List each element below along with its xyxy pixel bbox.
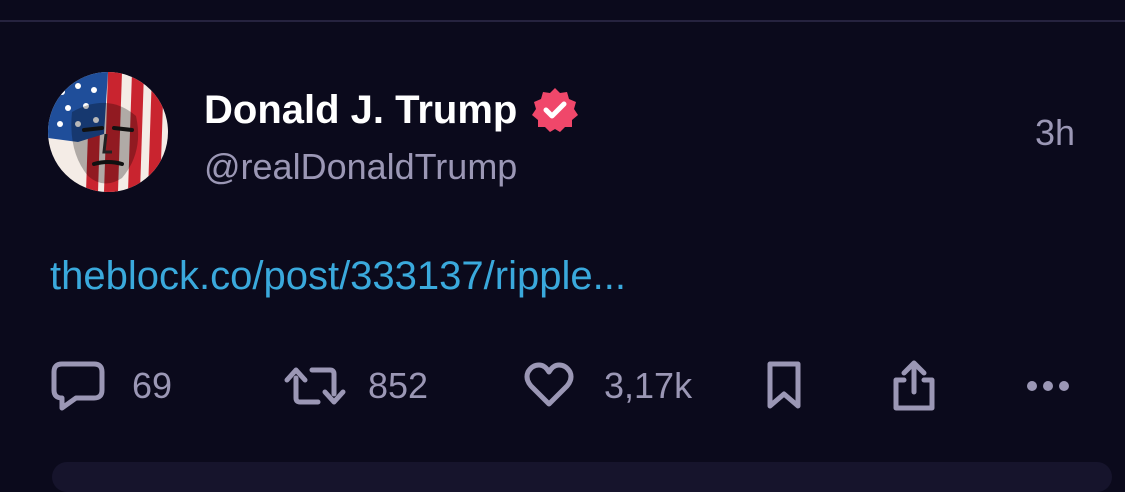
reply-count: 69 — [132, 365, 173, 406]
next-post-preview — [52, 462, 1112, 492]
reply-icon — [50, 360, 106, 412]
more-icon — [1024, 360, 1072, 412]
repost-button[interactable]: 852 — [284, 360, 428, 412]
author-display-name[interactable]: Donald J. Trump — [204, 88, 517, 133]
repost-icon — [284, 360, 346, 412]
author-name-row: Donald J. Trump — [204, 84, 579, 136]
bookmark-button[interactable] — [764, 360, 804, 412]
post-timestamp[interactable]: 3h — [1035, 112, 1075, 154]
share-icon — [888, 360, 940, 412]
heart-icon — [524, 360, 574, 412]
post-link[interactable]: theblock.co/post/333137/ripple... — [50, 254, 626, 299]
more-options-button[interactable] — [1024, 360, 1072, 412]
share-button[interactable] — [888, 360, 940, 412]
top-divider — [0, 0, 1125, 22]
like-button[interactable]: 3,17k — [524, 360, 692, 412]
verified-badge-icon — [531, 86, 579, 134]
repost-count: 852 — [368, 365, 429, 406]
avatar-image — [48, 72, 168, 192]
avatar[interactable] — [48, 72, 168, 192]
reply-button[interactable]: 69 — [50, 360, 172, 412]
author-handle[interactable]: @realDonaldTrump — [204, 146, 517, 188]
bookmark-icon — [764, 360, 804, 412]
like-count: 3,17k — [604, 365, 693, 406]
